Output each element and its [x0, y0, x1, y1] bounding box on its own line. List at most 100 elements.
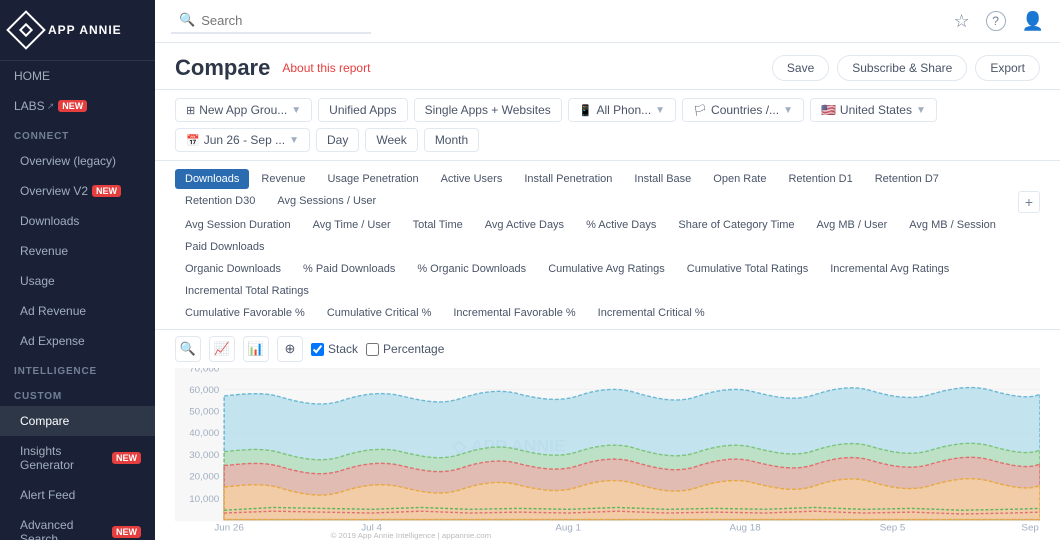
export-button[interactable]: Export: [975, 55, 1040, 81]
search-input[interactable]: [201, 13, 361, 28]
filter-month[interactable]: Month: [424, 128, 479, 152]
metric-tab-avg-mb-user[interactable]: Avg MB / User: [807, 215, 898, 235]
bar-chart-icon: 📊: [248, 341, 264, 357]
filter-country-value[interactable]: 🇺🇸 United States ▼: [810, 98, 937, 122]
sidebar-label-usage: Usage: [20, 274, 55, 288]
metric-tab-pct-organic-downloads[interactable]: % Organic Downloads: [407, 259, 536, 279]
sidebar-item-insights-generator[interactable]: Insights Generator NEW: [0, 436, 155, 480]
metric-tab-pct-active-days[interactable]: % Active Days: [576, 215, 666, 235]
metric-tab-cumulative-critical[interactable]: Cumulative Critical %: [317, 303, 442, 323]
y-label-60000: 60,000: [189, 385, 219, 396]
filter-app-group[interactable]: ⊞ New App Grou... ▼: [175, 98, 312, 122]
chevron-down-icon-3: ▼: [783, 105, 793, 116]
y-label-20000: 20,000: [189, 472, 219, 483]
metric-tab-incremental-total-ratings[interactable]: Incremental Total Ratings: [175, 281, 319, 301]
metrics-tabs: Downloads Revenue Usage Penetration Acti…: [155, 161, 1060, 330]
metric-tab-share-category-time[interactable]: Share of Category Time: [668, 215, 804, 235]
topbar-actions: ☆ ? 👤: [953, 11, 1044, 32]
metric-tab-avg-active-days[interactable]: Avg Active Days: [475, 215, 574, 235]
bar-chart-button[interactable]: 📊: [243, 336, 269, 362]
sidebar-item-revenue[interactable]: Revenue: [0, 236, 155, 266]
sidebar-label-overview-legacy: Overview (legacy): [20, 154, 116, 168]
metric-tab-paid-downloads[interactable]: Paid Downloads: [175, 237, 275, 257]
filter-single-apps[interactable]: Single Apps + Websites: [414, 98, 562, 122]
help-icon[interactable]: ?: [986, 11, 1006, 31]
metric-tab-cumulative-favorable[interactable]: Cumulative Favorable %: [175, 303, 315, 323]
user-icon[interactable]: 👤: [1022, 11, 1044, 32]
stack-checkbox-label[interactable]: Stack: [311, 342, 358, 356]
percentage-checkbox-label[interactable]: Percentage: [366, 342, 444, 356]
line-chart-icon: 📈: [214, 341, 230, 357]
metric-tab-incremental-avg-ratings[interactable]: Incremental Avg Ratings: [820, 259, 959, 279]
metric-tab-downloads[interactable]: Downloads: [175, 169, 249, 189]
metric-tab-avg-session-duration[interactable]: Avg Session Duration: [175, 215, 301, 235]
filter-phones[interactable]: 📱 All Phon... ▼: [568, 98, 676, 122]
metric-tab-avg-time-user[interactable]: Avg Time / User: [303, 215, 401, 235]
metrics-add-button[interactable]: +: [1018, 191, 1040, 213]
line-chart-button[interactable]: 📈: [209, 336, 235, 362]
filter-countries-label: Countries /...: [711, 103, 779, 117]
filter-countries[interactable]: 🏳 Countries /... ▼: [682, 98, 804, 122]
sidebar-item-overview-v2[interactable]: Overview V2 NEW: [0, 176, 155, 206]
metric-tab-avg-mb-session[interactable]: Avg MB / Session: [899, 215, 1006, 235]
metric-tab-open-rate[interactable]: Open Rate: [703, 169, 776, 189]
filter-week[interactable]: Week: [365, 128, 417, 152]
filter-app-group-label: New App Grou...: [199, 103, 287, 117]
filter-date-range-label: Jun 26 - Sep ...: [204, 133, 285, 147]
labs-ext-icon: ↗: [47, 101, 55, 112]
metric-tab-retention-d1[interactable]: Retention D1: [778, 169, 862, 189]
filter-country-value-label: United States: [840, 103, 912, 117]
filter-phones-label: All Phon...: [596, 103, 651, 117]
sidebar-item-alert-feed[interactable]: Alert Feed: [0, 480, 155, 510]
filter-day-label: Day: [327, 133, 348, 147]
metric-tab-revenue[interactable]: Revenue: [251, 169, 315, 189]
metric-tab-cumulative-avg-ratings[interactable]: Cumulative Avg Ratings: [538, 259, 675, 279]
save-button[interactable]: Save: [772, 55, 829, 81]
metric-tab-retention-d30[interactable]: Retention D30: [175, 191, 265, 213]
topbar: 🔍 ☆ ? 👤: [155, 0, 1060, 43]
logo-diamond: [19, 23, 33, 37]
x-label-aug18: Aug 18: [730, 523, 761, 534]
filter-week-label: Week: [376, 133, 406, 147]
search-box[interactable]: 🔍: [171, 8, 371, 34]
metrics-row-1: Downloads Revenue Usage Penetration Acti…: [175, 169, 1040, 213]
y-label-10000: 10,000: [189, 494, 219, 505]
metric-tab-retention-d7[interactable]: Retention D7: [865, 169, 949, 189]
subscribe-share-button[interactable]: Subscribe & Share: [837, 55, 967, 81]
x-label-aug1: Aug 1: [555, 523, 581, 534]
metric-tab-active-users[interactable]: Active Users: [431, 169, 513, 189]
sidebar-item-labs[interactable]: LABS ↗ NEW: [0, 91, 155, 121]
filter-unified-apps-label: Unified Apps: [329, 103, 396, 117]
metric-tab-usage-penetration[interactable]: Usage Penetration: [317, 169, 428, 189]
star-icon[interactable]: ☆: [953, 11, 969, 32]
metric-tab-install-base[interactable]: Install Base: [624, 169, 701, 189]
chevron-down-icon-2: ▼: [655, 105, 665, 116]
sidebar-item-usage[interactable]: Usage: [0, 266, 155, 296]
sidebar-item-home[interactable]: HOME: [0, 61, 155, 91]
sidebar-item-ad-expense[interactable]: Ad Expense: [0, 326, 155, 356]
metric-tab-incremental-critical[interactable]: Incremental Critical %: [588, 303, 715, 323]
metric-tab-total-time[interactable]: Total Time: [403, 215, 473, 235]
percentage-checkbox[interactable]: [366, 343, 379, 356]
metric-tab-organic-downloads[interactable]: Organic Downloads: [175, 259, 291, 279]
sidebar-item-overview-legacy[interactable]: Overview (legacy): [0, 146, 155, 176]
chevron-down-icon: ▼: [291, 105, 301, 116]
zoom-tool-button[interactable]: 🔍: [175, 336, 201, 362]
filter-day[interactable]: Day: [316, 128, 359, 152]
sidebar-item-downloads[interactable]: Downloads: [0, 206, 155, 236]
about-link[interactable]: About this report: [282, 61, 370, 75]
filter-unified-apps[interactable]: Unified Apps: [318, 98, 407, 122]
add-chart-button[interactable]: ⊕: [277, 336, 303, 362]
metric-tab-install-penetration[interactable]: Install Penetration: [514, 169, 622, 189]
metric-tab-incremental-favorable[interactable]: Incremental Favorable %: [443, 303, 585, 323]
sidebar-item-ad-revenue[interactable]: Ad Revenue: [0, 296, 155, 326]
filter-date-range[interactable]: 📅 Jun 26 - Sep ... ▼: [175, 128, 310, 152]
metric-tab-pct-paid-downloads[interactable]: % Paid Downloads: [293, 259, 405, 279]
sidebar-item-compare[interactable]: Compare: [0, 406, 155, 436]
stack-checkbox[interactable]: [311, 343, 324, 356]
metrics-row-3: Organic Downloads % Paid Downloads % Org…: [175, 259, 1040, 301]
y-label-40000: 40,000: [189, 428, 219, 439]
metric-tab-avg-sessions[interactable]: Avg Sessions / User: [267, 191, 386, 213]
metric-tab-cumulative-total-ratings[interactable]: Cumulative Total Ratings: [677, 259, 818, 279]
sidebar-item-advanced-search[interactable]: Advanced Search NEW: [0, 510, 155, 540]
